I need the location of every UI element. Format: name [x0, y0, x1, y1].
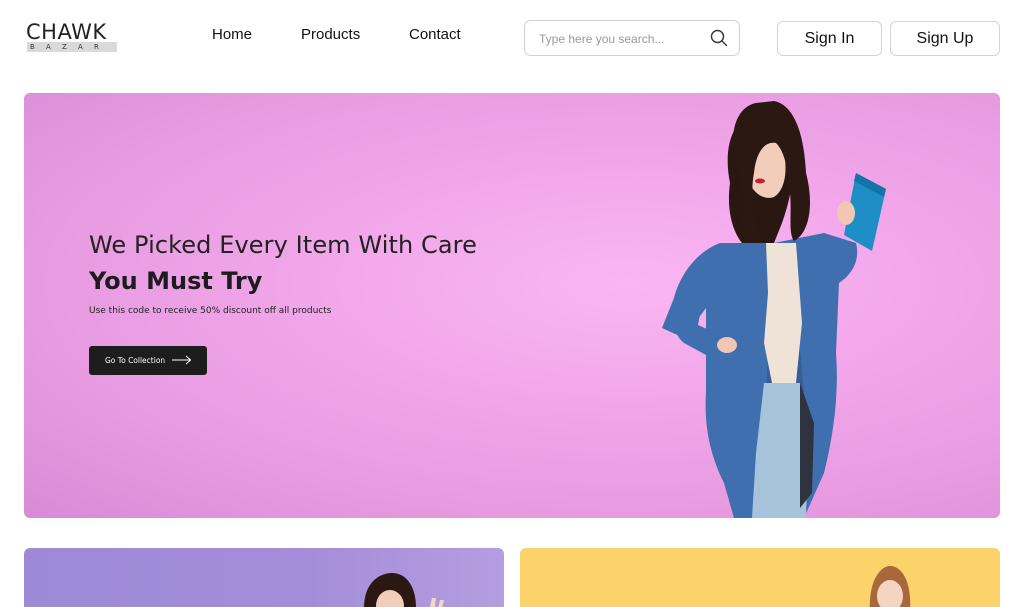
hero-description: Use this code to receive 50% discount of… [89, 306, 332, 316]
hero-model-image [662, 101, 886, 518]
category-card-yellow[interactable] [520, 548, 1000, 607]
logo-subtitle: BAZAR [27, 42, 117, 52]
category-card-purple[interactable] [24, 548, 504, 607]
search-icon[interactable] [710, 29, 728, 47]
sign-up-button[interactable]: Sign Up [890, 21, 1000, 56]
nav-link-products[interactable]: Products [301, 26, 360, 44]
category-model-image [869, 566, 911, 607]
logo-wordmark: CHAWK [26, 20, 107, 44]
sign-in-button[interactable]: Sign In [777, 21, 882, 56]
go-to-collection-button[interactable]: Go To Collection [89, 346, 207, 375]
hero-banner: We Picked Every Item With Care You Must … [24, 93, 1000, 518]
search-box [524, 20, 740, 56]
search-input[interactable] [539, 29, 699, 49]
arrow-right-icon [172, 355, 192, 365]
nav-link-contact[interactable]: Contact [409, 26, 461, 44]
brand-logo[interactable]: CHAWK BAZAR [26, 20, 118, 54]
go-to-collection-label: Go To Collection [105, 356, 166, 365]
hero-tagline: We Picked Every Item With Care [89, 231, 477, 259]
category-model-image [364, 573, 444, 607]
hero-title: You Must Try [89, 267, 263, 295]
nav-link-home[interactable]: Home [212, 26, 252, 44]
site-header: CHAWK BAZAR Home Products Contact Sign I… [0, 0, 1024, 80]
